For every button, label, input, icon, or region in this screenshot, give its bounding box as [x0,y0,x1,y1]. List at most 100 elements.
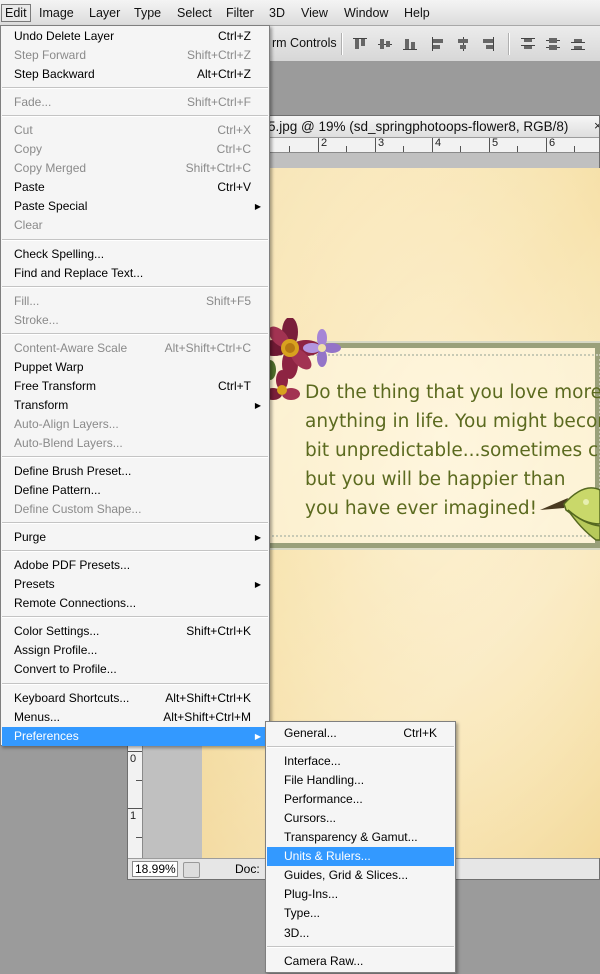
menu-item-content-aware-scale[interactable]: Content-Aware Scale Alt+Shift+Ctrl+C [2,339,268,358]
menu-item-adobe-pdf-presets[interactable]: Adobe PDF Presets... [2,556,268,575]
menu-item-presets[interactable]: Presets ▶ [2,575,268,594]
menu-item-shortcut: Ctrl+T [218,378,251,393]
menu-item-puppet-warp[interactable]: Puppet Warp [2,358,268,377]
distribute-vcenter-icon[interactable] [545,36,561,52]
menu-item-cut[interactable]: Cut Ctrl+X [2,121,268,140]
menu-image[interactable]: Image [36,4,77,22]
prefs-item-3d[interactable]: 3D... [267,924,454,943]
menu-separator [267,945,454,948]
prefs-item-general[interactable]: General... Ctrl+K [267,724,454,743]
prefs-item-guides-grid-and-slices[interactable]: Guides, Grid & Slices... [267,866,454,885]
align-right-icon[interactable] [480,36,496,52]
menu-window[interactable]: Window [341,4,391,22]
prefs-item-camera-raw[interactable]: Camera Raw... [267,952,454,971]
menu-item-shortcut: Shift+Ctrl+K [186,624,251,639]
menu-select[interactable]: Select [174,4,215,22]
align-vcenter-icon[interactable] [377,36,393,52]
menu-item-auto-align-layers[interactable]: Auto-Align Layers... [2,415,268,434]
menu-item-menus[interactable]: Menus... Alt+Shift+Ctrl+M [2,708,268,727]
transform-controls-label[interactable]: rm Controls [272,36,337,50]
status-menu-button[interactable] [183,862,200,878]
menu-layer[interactable]: Layer [86,4,123,22]
submenu-arrow-icon: ▶ [254,731,261,741]
prefs-item-file-handling[interactable]: File Handling... [267,771,454,790]
menu-item-shortcut: Ctrl+C [216,142,251,157]
menu-item-keyboard-shortcuts[interactable]: Keyboard Shortcuts... Alt+Shift+Ctrl+K [2,689,268,708]
menu-edit[interactable]: Edit [1,4,31,22]
menu-item-label: Auto-Align Layers... [14,416,119,431]
menu-item-assign-profile[interactable]: Assign Profile... [2,641,268,660]
menu-separator [2,616,268,619]
menu-separator [2,87,268,90]
menu-item-label: Keyboard Shortcuts... [14,690,130,705]
submenu-arrow-icon: ▶ [254,533,261,543]
menu-item-label: Clear [14,218,43,233]
menu-item-step-forward[interactable]: Step Forward Shift+Ctrl+Z [2,46,268,65]
align-left-icon[interactable] [430,36,446,52]
menu-item-label: Presets [14,577,55,592]
menu-item-define-pattern[interactable]: Define Pattern... [2,481,268,500]
menu-item-label: Define Brush Preset... [14,464,132,478]
menu-item-undo-delete-layer[interactable]: Undo Delete Layer Ctrl+Z [2,27,268,46]
menu-item-transform[interactable]: Transform ▶ [2,396,268,415]
menu-help[interactable]: Help [401,4,433,22]
align-bottom-icon[interactable] [402,36,418,52]
menu-item-preferences[interactable]: Preferences ▶ [2,726,268,746]
menu-item-auto-blend-layers[interactable]: Auto-Blend Layers... [2,434,268,453]
menu-item-shortcut: Alt+Shift+Ctrl+C [164,340,251,355]
prefs-item-transparency-and-gamut[interactable]: Transparency & Gamut... [267,828,454,847]
menu-item-shortcut: Alt+Ctrl+Z [196,67,251,82]
edit-menu: Undo Delete Layer Ctrl+Z Step Forward Shift… [0,25,270,746]
menu-item-label: Step Forward [14,48,87,63]
menu-separator [2,238,268,241]
menu-item-convert-to-profile[interactable]: Convert to Profile... [2,660,268,679]
align-hcenter-icon[interactable] [455,36,471,52]
toolbar-divider [341,33,343,55]
menu-item-shortcut: Alt+Shift+Ctrl+M [163,709,251,724]
menu-item-label: Menus... [14,709,61,724]
menu-type[interactable]: Type [131,4,164,22]
prefs-item-units-and-rulers[interactable]: Units & Rulers... [267,847,454,867]
prefs-item-plug-ins[interactable]: Plug-Ins... [267,885,454,904]
menu-item-step-backward[interactable]: Step Backward Alt+Ctrl+Z [2,65,268,84]
menu-item-color-settings[interactable]: Color Settings... Shift+Ctrl+K [2,622,268,641]
menu-item-label: Paste Special [14,199,88,214]
menu-item-label: Convert to Profile... [14,662,117,677]
menu-item-clear[interactable]: Clear [2,216,268,235]
zoom-field[interactable]: 18.99% [132,861,178,877]
menu-item-purge[interactable]: Purge ▶ [2,528,268,547]
menu-item-label: Assign Profile... [14,643,98,658]
menu-item-label: Type... [284,906,321,921]
menu-item-label: Define Custom Shape... [14,502,142,517]
align-top-icon[interactable] [352,36,368,52]
doc-size-label: Doc: [235,862,260,876]
menu-item-remote-connections[interactable]: Remote Connections... [2,594,268,613]
menu-filter[interactable]: Filter [223,4,257,22]
prefs-item-performance[interactable]: Performance... [267,790,454,809]
menu-item-label: Cut [14,123,33,138]
menu-item-paste-special[interactable]: Paste Special ▶ [2,197,268,216]
menu-item-shortcut: Shift+F5 [205,293,251,308]
prefs-item-cursors[interactable]: Cursors... [267,809,454,828]
menu-item-define-custom-shape[interactable]: Define Custom Shape... [2,500,268,519]
menu-item-shortcut: Shift+Ctrl+Z [186,48,251,63]
prefs-item-interface[interactable]: Interface... [267,752,454,771]
menu-item-check-spelling[interactable]: Check Spelling... [2,245,268,264]
menu-item-paste[interactable]: Paste Ctrl+V [2,178,268,197]
prefs-item-type[interactable]: Type... [267,904,454,923]
menu-item-find-and-replace-text[interactable]: Find and Replace Text... [2,264,268,283]
menu-item-label: Purge [14,530,47,545]
menu-item-copy-merged[interactable]: Copy Merged Shift+Ctrl+C [2,159,268,178]
close-icon[interactable]: × [594,118,599,133]
menu-item-stroke[interactable]: Stroke... [2,311,268,330]
menu-item-fade[interactable]: Fade... Shift+Ctrl+F [2,93,268,112]
menu-3d[interactable]: 3D [266,4,288,22]
menu-item-label: Fill... [14,293,40,308]
menu-item-free-transform[interactable]: Free Transform Ctrl+T [2,377,268,396]
menu-item-fill[interactable]: Fill... Shift+F5 [2,292,268,311]
menu-item-define-brush-preset[interactable]: Define Brush Preset... [2,462,268,481]
distribute-bottom-icon[interactable] [570,36,586,52]
menu-item-copy[interactable]: Copy Ctrl+C [2,140,268,159]
distribute-top-icon[interactable] [520,36,536,52]
menu-view[interactable]: View [298,4,331,22]
